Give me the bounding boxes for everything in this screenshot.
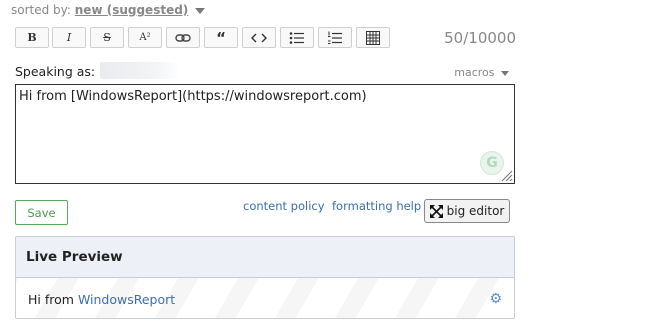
bold-button[interactable]: B <box>15 27 49 48</box>
live-preview-title: Live Preview <box>16 237 514 278</box>
superscript-button[interactable]: A² <box>128 27 162 48</box>
sort-bar: sorted by: new (suggested) <box>11 3 206 17</box>
live-preview-panel: Live Preview Hi from WindowsReport ⚙ <box>15 236 515 319</box>
big-editor-label: big editor <box>446 204 505 218</box>
formatting-help-link[interactable]: formatting help <box>332 199 421 213</box>
table-button[interactable] <box>356 27 390 48</box>
redacted-username <box>100 62 180 79</box>
italic-button[interactable]: I <box>52 27 86 48</box>
bulleted-list-button[interactable] <box>280 27 314 48</box>
macros-label: macros <box>454 66 495 79</box>
chevron-down-icon <box>501 70 509 76</box>
sort-label: sorted by: <box>11 3 71 17</box>
code-icon <box>251 33 267 42</box>
resize-handle-icon[interactable] <box>500 169 513 182</box>
comment-editor[interactable]: Hi from [WindowsReport](https://windowsr… <box>15 84 515 184</box>
link-icon <box>175 33 191 42</box>
quote-button[interactable]: “ <box>204 27 238 48</box>
numbered-list-button[interactable] <box>318 27 352 48</box>
chevron-down-icon[interactable] <box>195 7 206 14</box>
table-icon <box>366 30 380 45</box>
big-editor-button[interactable]: big editor <box>424 199 510 223</box>
character-counter: 50/10000 <box>444 29 516 47</box>
sort-dropdown[interactable]: new (suggested) <box>75 3 189 17</box>
preview-text: Hi from <box>28 291 74 307</box>
expand-icon <box>429 204 443 218</box>
code-button[interactable] <box>242 27 276 48</box>
bullet-list-icon <box>289 31 304 44</box>
numbered-list-icon <box>328 31 342 44</box>
content-policy-link[interactable]: content policy <box>243 199 325 213</box>
gear-icon[interactable]: ⚙ <box>489 291 502 307</box>
link-button[interactable] <box>166 27 200 48</box>
speaking-as-label: Speaking as: <box>15 64 96 79</box>
strikethrough-button[interactable]: S <box>90 27 124 48</box>
live-preview-body: Hi from WindowsReport ⚙ <box>16 278 514 318</box>
macros-dropdown[interactable]: macros <box>454 66 509 79</box>
preview-link[interactable]: WindowsReport <box>78 292 175 307</box>
save-button[interactable]: Save <box>15 200 68 225</box>
